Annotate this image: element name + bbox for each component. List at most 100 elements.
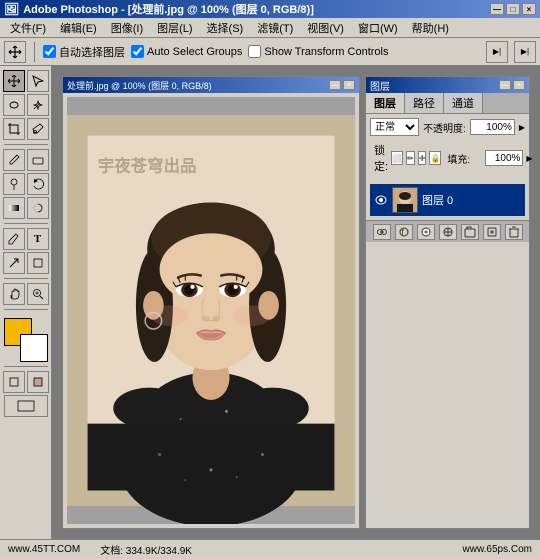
canvas-close-btn[interactable]: ×: [343, 80, 355, 90]
crop-tool[interactable]: [3, 118, 25, 140]
menu-filter[interactable]: 滤镜(T): [251, 18, 299, 38]
tool-separator-2: [4, 223, 48, 224]
lock-position-btn[interactable]: ✛: [418, 151, 427, 165]
auto-select-groups-label: Auto Select Groups: [147, 46, 242, 58]
opacity-input[interactable]: [470, 119, 515, 135]
eyedropper-tool[interactable]: [27, 118, 49, 140]
menu-select[interactable]: 选择(S): [201, 18, 250, 38]
auto-select-groups-checkbox[interactable]: [131, 45, 144, 58]
tab-channels[interactable]: 通道: [444, 93, 483, 113]
menu-edit[interactable]: 编辑(E): [54, 18, 103, 38]
title-bar-left: 🖼 Adobe Photoshop - [处理前.jpg @ 100% (图层 …: [4, 1, 314, 17]
canvas-content: 宇夜苍穹出品: [67, 97, 355, 524]
quick-mask-btn[interactable]: [27, 371, 49, 393]
layer-visibility-eye[interactable]: [374, 193, 388, 207]
new-layer-btn[interactable]: [483, 224, 501, 240]
options-btn-2[interactable]: ▶|: [514, 41, 536, 63]
link-layers-btn[interactable]: [373, 224, 391, 240]
show-transform-checkbox[interactable]: [248, 45, 261, 58]
history-brush-tool[interactable]: [27, 173, 49, 195]
canvas-title-bar: 处理前.jpg @ 100% (图层 0, RGB/8) — ×: [63, 77, 359, 93]
canvas-minimize-btn[interactable]: —: [329, 80, 341, 90]
status-right: www.65ps.Com: [463, 544, 532, 555]
add-adjustment-btn[interactable]: [439, 224, 457, 240]
tab-paths[interactable]: 路径: [405, 93, 444, 113]
panel-tabs: 图层 路径 通道: [366, 93, 529, 114]
normal-mode-btn[interactable]: [3, 371, 25, 393]
tool-row-6: [3, 197, 49, 219]
color-swatches: [4, 318, 48, 362]
pen-tool[interactable]: [3, 228, 25, 250]
title-bar-buttons[interactable]: — □ ×: [490, 3, 536, 15]
left-toolbar: T: [0, 66, 52, 539]
lock-paint-btn[interactable]: ✏: [406, 151, 415, 165]
panel-title-bar: 图层 — ×: [366, 77, 529, 93]
minimize-button[interactable]: —: [490, 3, 504, 15]
menu-image[interactable]: 图像(I): [105, 18, 149, 38]
layer-item[interactable]: 图层 0: [370, 184, 525, 216]
delete-layer-btn[interactable]: [505, 224, 523, 240]
new-group-btn[interactable]: [461, 224, 479, 240]
lock-label: 锁定:: [374, 142, 388, 174]
clone-stamp-tool[interactable]: [3, 173, 25, 195]
tool-separator-5: [4, 366, 48, 367]
move-tool[interactable]: [3, 70, 25, 92]
layers-list: 图层 0: [370, 184, 525, 216]
panel-minimize-btn[interactable]: —: [499, 80, 511, 90]
menu-help[interactable]: 帮助(H): [406, 18, 455, 38]
menu-layer[interactable]: 图层(L): [151, 18, 198, 38]
blend-mode-row: 正常 不透明度: ▶: [370, 118, 525, 136]
panel-close-btn[interactable]: ×: [513, 80, 525, 90]
panel-controls: 正常 不透明度: ▶ 锁定: ⬜ ✏ ✛ 🔒 填充: ▶: [366, 114, 529, 180]
tool-row-screen: [4, 395, 48, 417]
menu-file[interactable]: 文件(F): [4, 18, 52, 38]
tool-row-1: [3, 70, 49, 92]
move-tool-btn[interactable]: [4, 41, 26, 63]
lock-transparent-btn[interactable]: ⬜: [391, 151, 403, 165]
selection-tool[interactable]: [27, 70, 49, 92]
fill-input[interactable]: [485, 150, 523, 166]
options-btn-1[interactable]: ▶|: [486, 41, 508, 63]
toolbar-separator-1: [34, 42, 35, 62]
zoom-tool[interactable]: [27, 283, 49, 305]
tool-row-2: [3, 94, 49, 116]
fill-arrow[interactable]: ▶: [526, 154, 532, 163]
hand-tool[interactable]: [3, 283, 25, 305]
doc-value: 334.9K/334.9K: [126, 546, 192, 557]
canvas-window: 处理前.jpg @ 100% (图层 0, RGB/8) — × 宇夜苍穹出品: [62, 76, 360, 529]
menu-view[interactable]: 视图(V): [301, 18, 350, 38]
doc-label: 文档:: [100, 546, 123, 557]
portrait-image: 宇夜苍穹出品: [67, 97, 355, 524]
screen-mode-btn[interactable]: [4, 395, 48, 417]
text-tool[interactable]: T: [27, 228, 49, 250]
opacity-arrow[interactable]: ▶: [519, 123, 525, 132]
add-style-btn[interactable]: f: [395, 224, 413, 240]
close-button[interactable]: ×: [522, 3, 536, 15]
blend-mode-select[interactable]: 正常: [370, 118, 419, 136]
path-selection-tool[interactable]: [3, 252, 25, 274]
tool-row-5: [3, 173, 49, 195]
title-text: Adobe Photoshop - [处理前.jpg @ 100% (图层 0,…: [23, 1, 314, 17]
app-icon: 🖼: [4, 2, 19, 16]
status-left: www.45TT.COM: [8, 544, 80, 555]
eraser-tool[interactable]: [27, 149, 49, 171]
gradient-tool[interactable]: [3, 197, 25, 219]
shape-tool[interactable]: [27, 252, 49, 274]
lock-all-btn[interactable]: 🔒: [429, 151, 441, 165]
background-color[interactable]: [20, 334, 48, 362]
brush-tool[interactable]: [3, 149, 25, 171]
tab-layers[interactable]: 图层: [366, 93, 405, 113]
tool-separator-1: [4, 144, 48, 145]
tool-row-8: [3, 252, 49, 274]
tool-row-9: [3, 283, 49, 305]
canvas-title-text: 处理前.jpg @ 100% (图层 0, RGB/8): [67, 79, 212, 92]
show-transform-label: Show Transform Controls: [264, 46, 388, 58]
maximize-button[interactable]: □: [506, 3, 520, 15]
auto-select-layer-checkbox[interactable]: [43, 45, 56, 58]
menu-window[interactable]: 窗口(W): [352, 18, 404, 38]
add-mask-btn[interactable]: [417, 224, 435, 240]
magic-wand-tool[interactable]: [27, 94, 49, 116]
lasso-tool[interactable]: [3, 94, 25, 116]
auto-select-layer-group: 自动选择图层: [43, 44, 125, 60]
blur-tool[interactable]: [27, 197, 49, 219]
